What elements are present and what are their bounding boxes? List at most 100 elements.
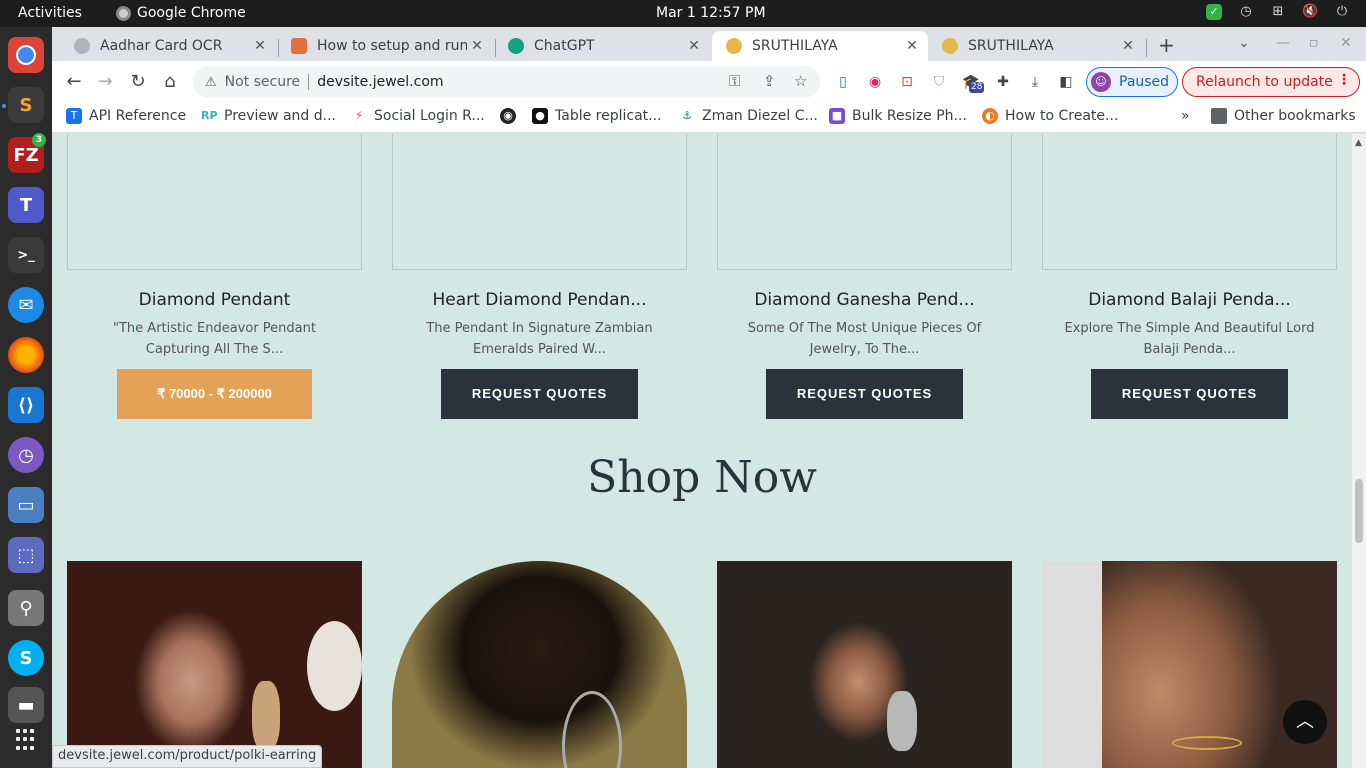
app-menu[interactable]: Google Chrome (116, 5, 246, 21)
skype-icon[interactable]: S (8, 640, 44, 676)
reload-icon[interactable]: ↻ (126, 70, 150, 94)
tab-separator (1146, 39, 1147, 57)
clock[interactable]: Mar 1 12:57 PM (656, 5, 766, 21)
bookmark-bulk-resize[interactable]: ■ Bulk Resize Ph... (829, 108, 967, 124)
close-icon[interactable]: ✕ (250, 38, 270, 54)
bookmark-globe[interactable]: ◉ (500, 108, 523, 124)
bookmarks-overflow-button[interactable]: » (1181, 108, 1190, 124)
shield-extension-icon[interactable]: ⛉ (929, 72, 949, 92)
close-icon[interactable]: ✕ (684, 38, 704, 54)
product-image[interactable] (392, 134, 687, 270)
request-quotes-button[interactable]: REQUEST QUOTES (441, 369, 638, 419)
bookmark-preview[interactable]: RP Preview and d... (201, 108, 336, 124)
bookmark-favicon-icon: ■ (829, 108, 845, 124)
request-quotes-button[interactable]: REQUEST QUOTES (1091, 369, 1288, 419)
product-card[interactable]: Diamond Pendant "The Artistic Endeavor P… (67, 134, 362, 419)
address-bar[interactable]: ⚠ Not secure devsite.jewel.com ⚿ ⇪ ☆ (193, 66, 820, 98)
chrome-dock-icon[interactable] (8, 37, 44, 73)
product-name[interactable]: Diamond Ganesha Pend... (717, 290, 1012, 310)
close-icon[interactable]: ✕ (902, 38, 922, 54)
show-apps-icon[interactable] (16, 729, 38, 751)
volume-muted-icon[interactable]: 🔇 (1302, 4, 1318, 20)
more-menu-icon[interactable]: ⋮ (1337, 72, 1351, 88)
bookmark-how-to-create[interactable]: ◐ How to Create... (982, 108, 1118, 124)
shop-photo-jhumka[interactable] (717, 561, 1012, 768)
side-panel-icon[interactable]: ◧ (1056, 72, 1076, 92)
new-tab-button[interactable]: + (1158, 33, 1175, 57)
product-name[interactable]: Diamond Balaji Penda... (1042, 290, 1337, 310)
relaunch-button[interactable]: Relaunch to update ⋮ (1182, 67, 1360, 97)
image-viewer-icon[interactable]: ⚲ (8, 590, 44, 626)
bookmark-api-reference[interactable]: T API Reference (66, 108, 186, 124)
color-picker-icon[interactable]: ◉ (865, 72, 885, 92)
price-button[interactable]: ₹ 70000 - ₹ 200000 (117, 369, 312, 419)
screenshot-icon[interactable]: ⬚ (8, 537, 44, 573)
product-image[interactable] (67, 134, 362, 270)
screen-capture-icon[interactable]: ⊡ (897, 72, 917, 92)
url-text[interactable]: devsite.jewel.com (317, 74, 443, 90)
terminal-icon[interactable]: >_ (8, 237, 44, 273)
security-label[interactable]: Not secure (225, 74, 301, 90)
tab-sruthilaya-active[interactable]: SRUTHILAYA ✕ (712, 31, 928, 61)
close-window-icon[interactable]: ✕ (1340, 35, 1352, 51)
home-icon[interactable]: ⌂ (158, 70, 182, 94)
bookmark-zman[interactable]: ⚓ Zman Diezel C... (679, 108, 818, 124)
product-card[interactable]: Diamond Ganesha Pend... Some Of The Most… (717, 134, 1012, 419)
scroll-to-top-button[interactable]: ︿ (1283, 700, 1327, 744)
close-icon[interactable]: ✕ (1118, 38, 1138, 54)
firefox-icon[interactable] (8, 337, 44, 373)
scrollbar-thumb[interactable] (1355, 479, 1363, 543)
product-image[interactable] (1042, 134, 1337, 270)
vscode-icon[interactable]: ⟨⟩ (8, 387, 44, 423)
sublime-text-icon[interactable]: S (8, 87, 44, 123)
timer-icon[interactable]: ◷ (1238, 4, 1254, 20)
extension-doc-icon[interactable]: ▯ (833, 72, 853, 92)
power-icon[interactable]: ⏻ (1334, 4, 1350, 20)
thunderbird-icon[interactable]: ✉ (8, 287, 44, 323)
minimize-icon[interactable]: — (1276, 35, 1290, 51)
product-name[interactable]: Heart Diamond Pendan... (392, 290, 687, 310)
graduation-cap-icon[interactable]: 🎓28 (961, 72, 985, 93)
product-description: Explore The Simple And Beautiful Lord Ba… (1064, 321, 1315, 357)
bookmark-social-login[interactable]: ⚡ Social Login R... (351, 108, 485, 124)
scroll-up-icon[interactable]: ▲ (1355, 138, 1362, 148)
drive-icon[interactable]: ▬ (8, 687, 44, 723)
system-tray[interactable]: ✓ ◷ ⊞ 🔇 ⏻ (1206, 4, 1350, 20)
folder-icon (1211, 108, 1227, 124)
product-image[interactable] (717, 134, 1012, 270)
forward-icon[interactable]: → (93, 70, 117, 94)
tab-setup[interactable]: How to setup and run ✕ (277, 31, 493, 61)
close-icon[interactable]: ✕ (467, 38, 487, 54)
shop-photo-bridal[interactable] (67, 561, 362, 768)
shop-photo-hoop[interactable] (392, 561, 687, 768)
key-icon[interactable]: ⚿ (729, 72, 740, 90)
maximize-icon[interactable]: ▫ (1309, 35, 1319, 51)
bookmark-star-icon[interactable]: ☆ (794, 72, 807, 90)
system-top-bar: Activities Google Chrome Mar 1 12:57 PM … (0, 0, 1366, 27)
tab-sruthilaya[interactable]: SRUTHILAYA ✕ (928, 31, 1144, 61)
download-icon[interactable]: ⤓ (1025, 72, 1045, 92)
tab-aadhar[interactable]: Aadhar Card OCR ✕ (60, 31, 276, 61)
filezilla-icon[interactable]: FZ 3 (8, 133, 46, 173)
product-card[interactable]: Diamond Balaji Penda... Explore The Simp… (1042, 134, 1337, 419)
product-card[interactable]: Heart Diamond Pendan... The Pendant In S… (392, 134, 687, 419)
tab-search-icon[interactable]: ⌄ (1238, 35, 1250, 51)
clock-app-icon[interactable]: ◷ (8, 437, 44, 473)
teams-icon[interactable]: T (8, 187, 44, 223)
profile-paused-button[interactable]: ☺ Paused (1086, 67, 1178, 97)
bookmark-table-replicat[interactable]: ● Table replicat... (532, 108, 662, 124)
files-icon[interactable]: ▭ (8, 487, 44, 523)
bookmark-other-bookmarks[interactable]: Other bookmarks (1211, 108, 1356, 124)
share-icon[interactable]: ⇪ (763, 72, 776, 90)
page-scrollbar[interactable]: ▲ (1352, 134, 1366, 768)
activities-button[interactable]: Activities (18, 5, 82, 21)
extensions-puzzle-icon[interactable]: ✚ (993, 72, 1013, 92)
back-icon[interactable]: ← (62, 70, 86, 94)
network-icon[interactable]: ⊞ (1270, 4, 1286, 20)
shield-check-icon[interactable]: ✓ (1206, 4, 1222, 20)
warning-icon[interactable]: ⚠ (205, 75, 217, 90)
request-quotes-button[interactable]: REQUEST QUOTES (766, 369, 963, 419)
browser-toolbar: ← → ↻ ⌂ ⚠ Not secure devsite.jewel.com ⚿… (52, 61, 1366, 103)
tab-chatgpt[interactable]: ChatGPT ✕ (494, 31, 710, 61)
product-name[interactable]: Diamond Pendant (67, 290, 362, 310)
